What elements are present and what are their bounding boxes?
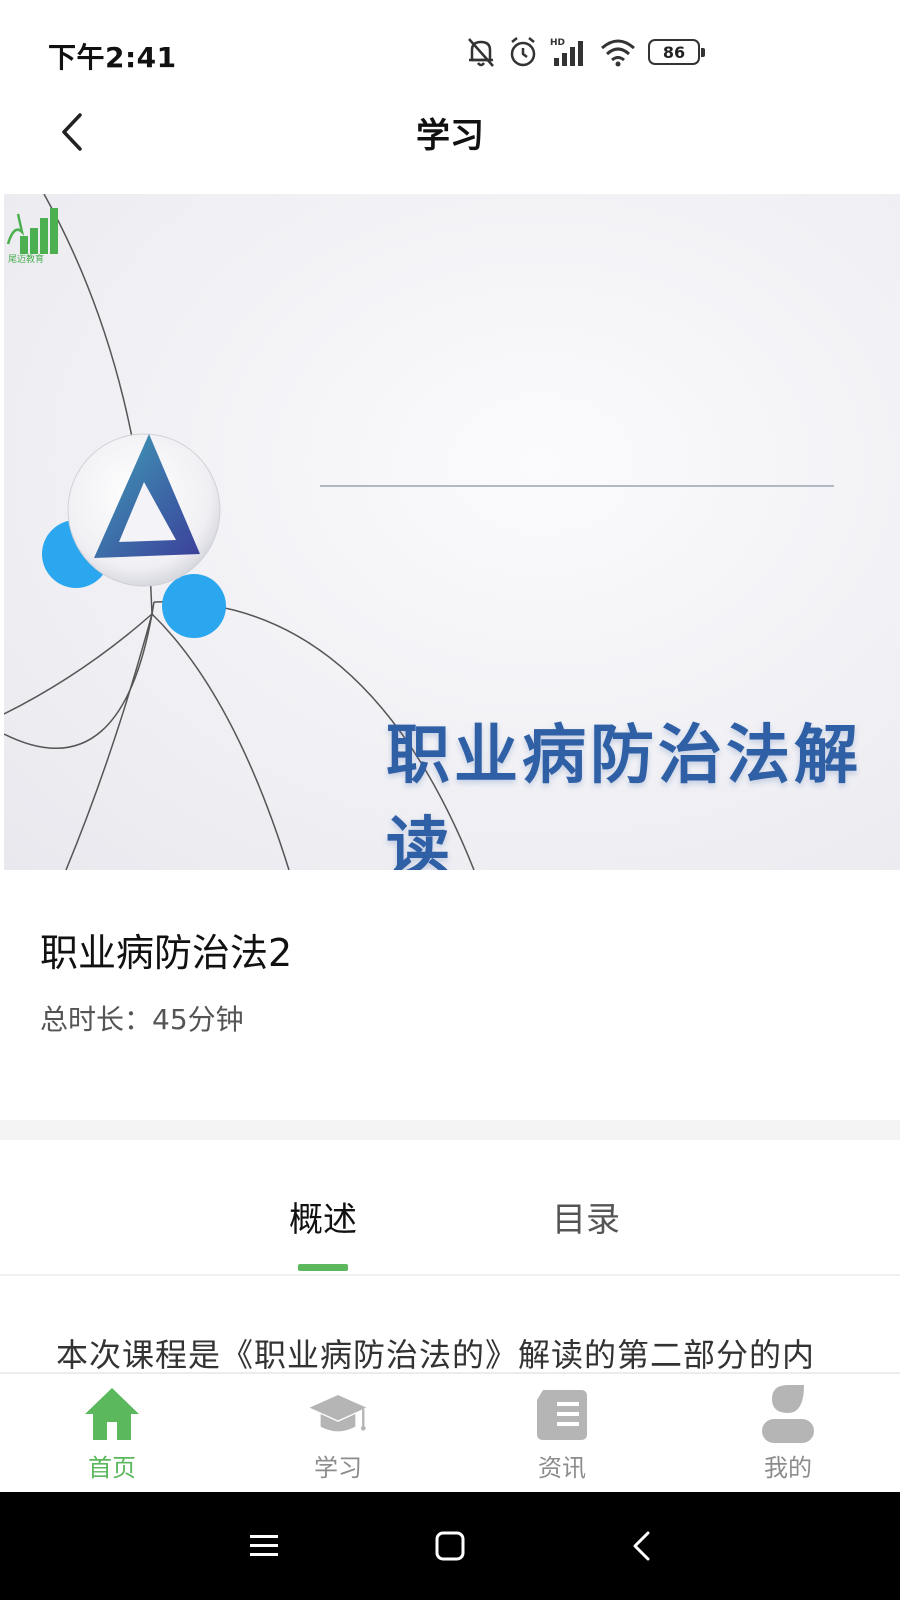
bell-off-icon bbox=[466, 36, 496, 68]
status-icons: HD 86 bbox=[466, 34, 705, 70]
nav-label-home: 首页 bbox=[88, 1454, 136, 1482]
battery-icon: 86 bbox=[648, 39, 705, 65]
tab-overview[interactable]: 概述 bbox=[289, 1192, 357, 1241]
banner-logo-text: 尾迈教育 bbox=[8, 253, 44, 264]
course-duration: 总时长：45分钟 bbox=[40, 1003, 244, 1036]
nav-item-study[interactable]: 学习 bbox=[278, 1384, 398, 1494]
menu-icon[interactable] bbox=[240, 1522, 288, 1570]
banner-title: 职业病防治法解读 bbox=[386, 719, 862, 870]
home-square-icon[interactable] bbox=[426, 1522, 474, 1570]
course-info: 职业病防治法2 总时长：45分钟 bbox=[0, 870, 900, 1120]
svg-text:HD: HD bbox=[550, 38, 565, 48]
user-icon bbox=[758, 1384, 818, 1444]
bottom-nav: 首页 学习 资讯 我的 bbox=[0, 1372, 900, 1492]
nav-label-mine: 我的 bbox=[764, 1454, 812, 1482]
course-description: 本次课程是《职业病防治法的》解读的第二部分的内 bbox=[0, 1276, 900, 1372]
description-text: 本次课程是《职业病防治法的》解读的第二部分的内 bbox=[56, 1336, 816, 1372]
tab-catalog[interactable]: 目录 bbox=[552, 1192, 620, 1241]
course-banner[interactable]: 职业病防治法解读 尾迈教育 bbox=[4, 194, 900, 870]
tab-bar: 概述 目录 bbox=[0, 1140, 900, 1276]
course-title: 职业病防治法2 bbox=[40, 931, 293, 975]
section-divider bbox=[0, 1120, 900, 1140]
nav-item-mine[interactable]: 我的 bbox=[728, 1384, 848, 1494]
page-title: 学习 bbox=[416, 116, 484, 156]
news-icon bbox=[532, 1384, 592, 1444]
wifi-icon bbox=[600, 37, 636, 67]
nav-label-news: 资讯 bbox=[538, 1454, 586, 1482]
nav-item-news[interactable]: 资讯 bbox=[502, 1384, 622, 1494]
header: 学习 bbox=[0, 100, 900, 188]
system-nav-bar bbox=[0, 1492, 900, 1600]
logo-icon: 尾迈教育 bbox=[6, 208, 58, 264]
status-bar: 下午2:41 HD 86 bbox=[0, 0, 900, 100]
tab-active-indicator bbox=[298, 1264, 348, 1271]
back-icon[interactable] bbox=[618, 1522, 666, 1570]
home-icon bbox=[82, 1384, 142, 1444]
status-time: 下午2:41 bbox=[48, 41, 177, 74]
alarm-icon bbox=[508, 36, 538, 68]
nav-item-home[interactable]: 首页 bbox=[52, 1384, 172, 1494]
graduation-cap-icon bbox=[308, 1384, 368, 1444]
nav-label-study: 学习 bbox=[314, 1454, 362, 1482]
hd-signal-icon: HD bbox=[550, 36, 588, 68]
